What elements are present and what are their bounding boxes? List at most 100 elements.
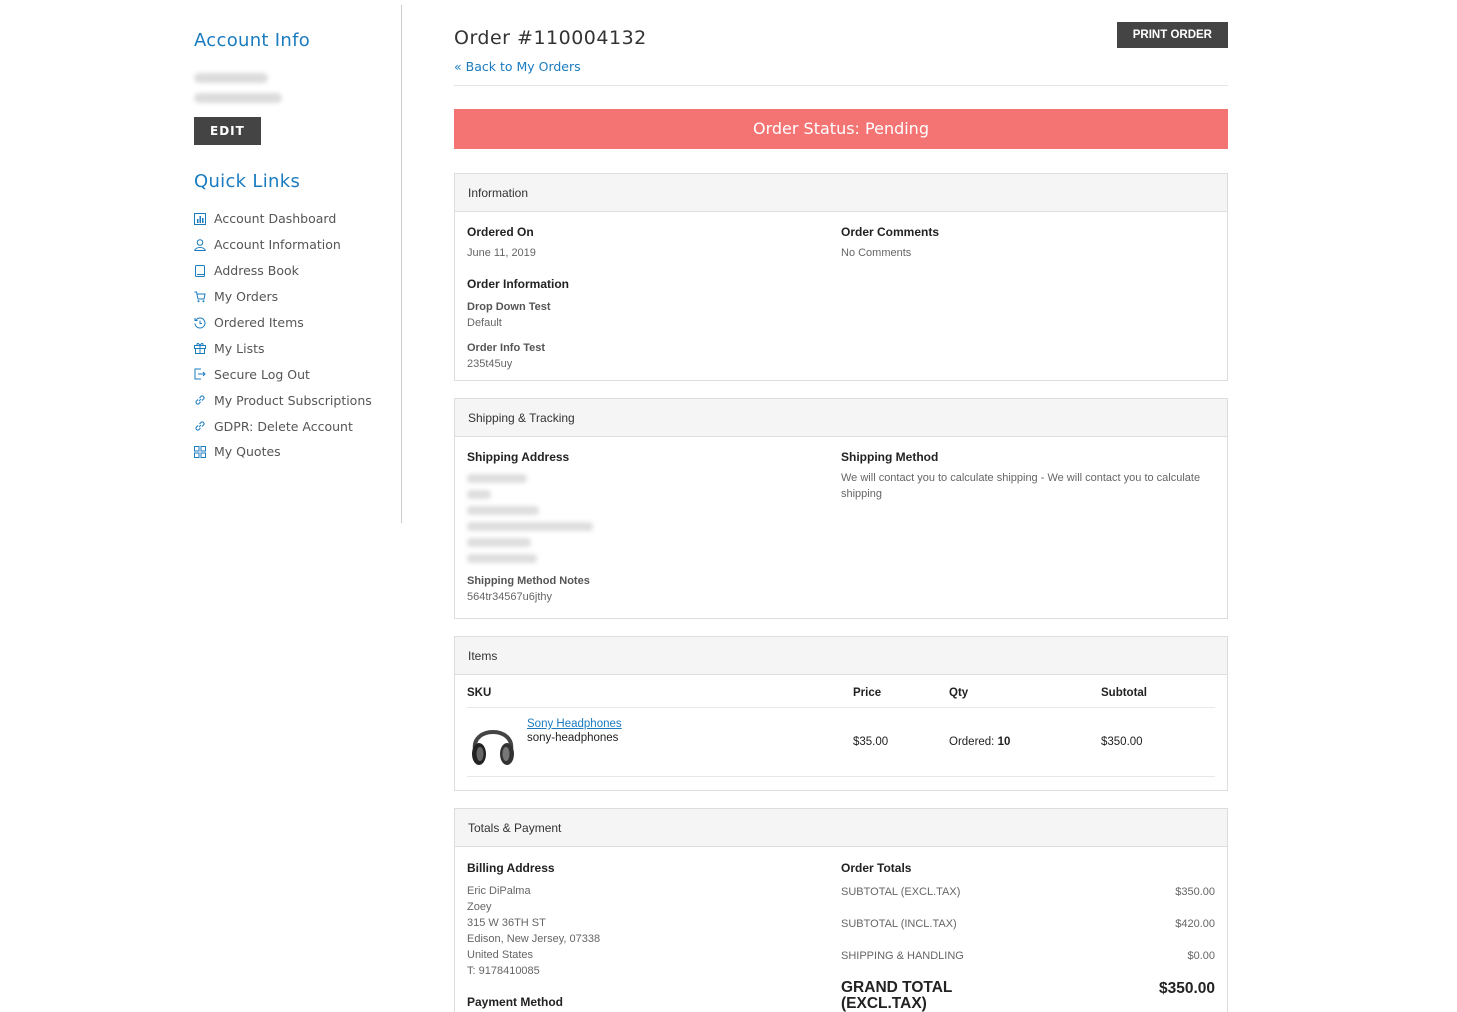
quick-link-label: Ordered Items (214, 315, 304, 330)
grand-total-value: $350.00 (1158, 980, 1215, 997)
product-price: $35.00 (853, 707, 949, 777)
quick-link-my-quotes[interactable]: My Quotes (194, 439, 402, 465)
blurred-email (194, 93, 282, 103)
totals-payment-panel: Totals & Payment Billing Address Eric Di… (454, 808, 1228, 1012)
totals-row: SUBTOTAL (EXCL.TAX) $350.00 (841, 886, 1215, 904)
back-to-orders-link[interactable]: « Back to My Orders (454, 59, 1228, 74)
quick-link-my-orders[interactable]: My Orders (194, 284, 402, 310)
logout-icon (194, 368, 206, 380)
items-table: SKU Price Qty Subtotal Sony Headphones s… (467, 687, 1215, 777)
order-comments-label: Order Comments (841, 225, 940, 239)
shipping-method-notes-value: 564tr34567u6jthy (467, 591, 553, 603)
drop-down-test-value: Default (467, 317, 502, 329)
column-header-qty: Qty (949, 687, 1101, 708)
quick-link-label: Address Book (214, 263, 299, 279)
order-totals-label: Order Totals (841, 861, 912, 875)
column-header-subtotal: Subtotal (1101, 687, 1215, 708)
payment-method-label: Payment Method (467, 995, 564, 1009)
totals-row-value: $420.00 (1175, 918, 1215, 930)
qty-label: Ordered: (949, 736, 995, 748)
shipping-method-value: We will contact you to calculate shippin… (841, 472, 1201, 500)
billing-column: Billing Address Eric DiPalma Zoey 315 W … (467, 861, 841, 1012)
quick-link-account-dashboard[interactable]: Account Dashboard (194, 206, 402, 232)
totals-row-label: SUBTOTAL (INCL.TAX) (841, 918, 957, 930)
quick-link-address-book[interactable]: Address Book (194, 258, 402, 284)
billing-line: Zoey (467, 901, 492, 913)
link-icon (194, 394, 206, 406)
quick-link-label: My Quotes (214, 444, 281, 460)
product-cell: Sony Headphones sony-headphones (467, 714, 853, 770)
column-header-price: Price (853, 687, 949, 708)
gift-icon (194, 342, 206, 355)
account-details-blurred (194, 73, 402, 103)
edit-account-button[interactable]: EDIT (194, 117, 261, 145)
order-comments-value: No Comments (841, 247, 912, 259)
billing-address: Eric DiPalma Zoey 315 W 36TH ST Edison, … (467, 885, 841, 981)
totals-row-value: $0.00 (1187, 950, 1215, 962)
quick-link-gdpr-delete-account[interactable]: GDPR: Delete Account (194, 413, 402, 439)
billing-line: T: 9178410085 (467, 965, 540, 977)
shipping-method-label: Shipping Method (841, 450, 939, 464)
order-status-banner: Order Status: Pending (454, 109, 1228, 149)
billing-line: Edison, New Jersey, 07338 (467, 933, 601, 945)
panel-heading: Information (455, 174, 1227, 212)
items-panel: Items SKU Price Qty Subtotal Sony Headph… (454, 636, 1228, 791)
totals-row-label: SHIPPING & HANDLING (841, 950, 964, 962)
quick-link-label: Secure Log Out (214, 366, 310, 382)
totals-row: SUBTOTAL (INCL.TAX) $420.00 (841, 918, 1215, 936)
grid-icon (194, 445, 206, 458)
billing-address-label: Billing Address (467, 861, 555, 875)
quick-link-label: My Orders (214, 289, 279, 305)
order-info-test-value: 235t45uy (467, 358, 513, 370)
shipping-panel: Shipping & Tracking Shipping Address Shi… (454, 398, 1228, 619)
account-info-heading: Account Info (194, 30, 311, 51)
ordered-on-column: Ordered On June 11, 2019 Order Informati… (467, 225, 841, 370)
quick-link-label: Account Dashboard (214, 211, 337, 227)
quick-links-heading: Quick Links (194, 171, 301, 192)
quick-link-ordered-items[interactable]: Ordered Items (194, 310, 402, 336)
order-info-test-label: Order Info Test (467, 342, 546, 354)
grand-total-row: GRAND TOTAL (EXCL.TAX) $350.00 (841, 980, 1215, 1012)
billing-line: 315 W 36TH ST (467, 917, 546, 929)
order-totals-column: Order Totals SUBTOTAL (EXCL.TAX) $350.00… (841, 861, 1215, 1012)
panel-heading: Totals & Payment (455, 809, 1227, 847)
quick-link-my-product-subscriptions[interactable]: My Product Subscriptions (194, 387, 402, 413)
quick-link-label: My Lists (214, 340, 265, 356)
billing-line: United States (467, 949, 534, 961)
account-sidebar: Account Info EDIT Quick Links Account Da… (194, 30, 402, 465)
print-order-button[interactable]: PRINT ORDER (1116, 22, 1228, 48)
shipping-address-label: Shipping Address (467, 450, 570, 464)
quick-links-list: Account Dashboard Account Information Ad… (194, 206, 402, 465)
totals-row-label: SUBTOTAL (EXCL.TAX) (841, 886, 961, 898)
quick-link-secure-log-out[interactable]: Secure Log Out (194, 361, 402, 387)
dashboard-icon (194, 212, 206, 225)
quick-link-label: My Product Subscriptions (214, 392, 372, 408)
cart-icon (194, 291, 206, 303)
grand-total-label: GRAND TOTAL (EXCL.TAX) (841, 979, 953, 1012)
drop-down-test-label: Drop Down Test (467, 301, 551, 313)
header-divider (454, 85, 1228, 86)
information-panel: Information Ordered On June 11, 2019 Ord… (454, 173, 1228, 381)
product-thumbnail[interactable] (467, 714, 519, 770)
panel-heading: Shipping & Tracking (455, 399, 1227, 437)
link-icon (194, 420, 206, 432)
order-view: Order #110004132 PRINT ORDER « Back to M… (454, 22, 1228, 1012)
ordered-on-label: Ordered On (467, 225, 534, 239)
product-subtotal: $350.00 (1101, 707, 1215, 777)
quick-link-account-information[interactable]: Account Information (194, 232, 402, 258)
blurred-name (194, 73, 268, 83)
product-sku: sony-headphones (527, 732, 619, 744)
book-icon (194, 264, 206, 277)
quick-link-label: GDPR: Delete Account (214, 418, 353, 434)
order-title: Order #110004132 (454, 27, 647, 49)
shipping-address-blurred (467, 474, 841, 563)
panel-heading: Items (455, 637, 1227, 675)
quick-link-label: Account Information (214, 237, 341, 253)
shipping-method-column: Shipping Method We will contact you to c… (841, 450, 1215, 606)
column-header-sku: SKU (467, 687, 853, 708)
qty-value: 10 (997, 736, 1011, 748)
user-icon (194, 239, 206, 251)
product-name-link[interactable]: Sony Headphones (527, 718, 622, 730)
quick-link-my-lists[interactable]: My Lists (194, 335, 402, 361)
product-qty: Ordered: 10 (949, 707, 1101, 777)
